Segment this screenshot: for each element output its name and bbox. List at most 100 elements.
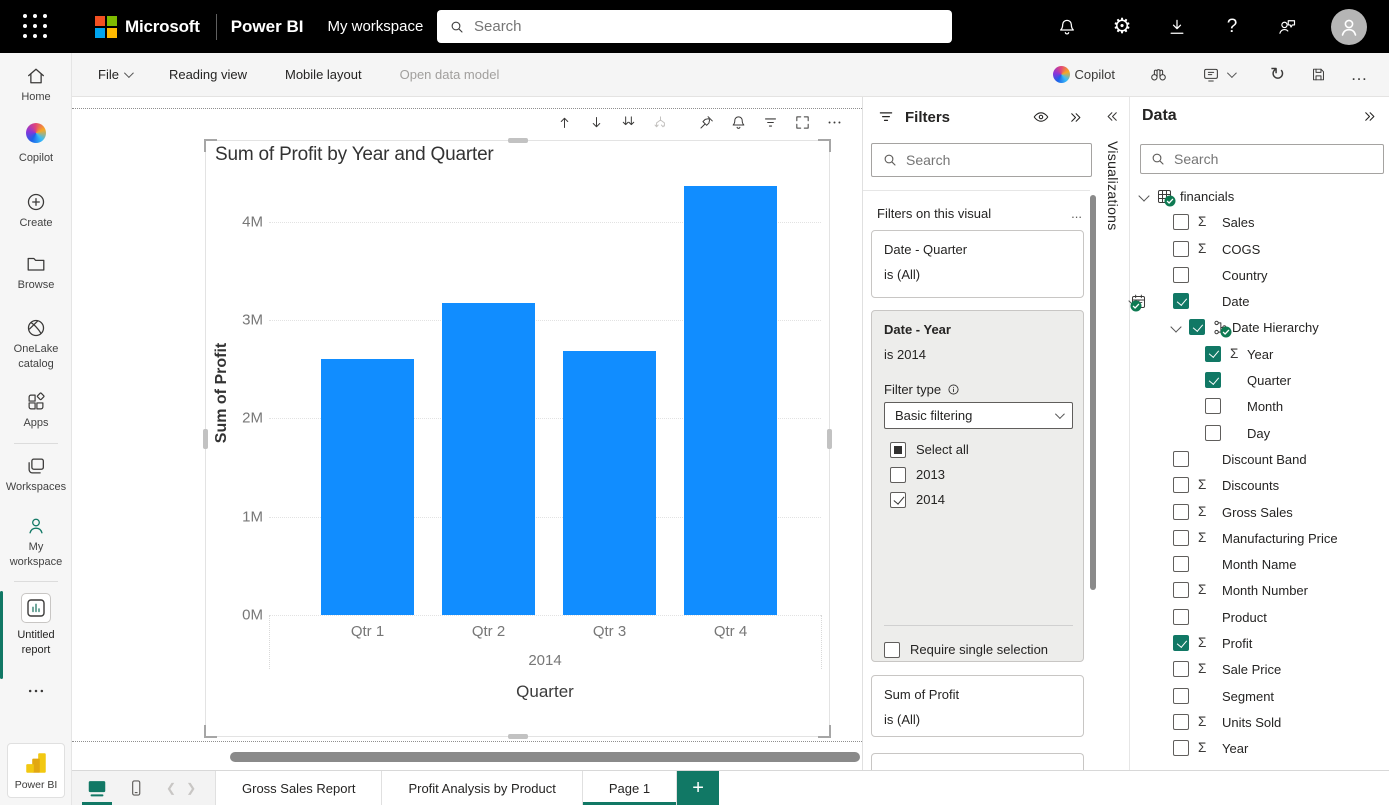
sidebar-item-copilot[interactable]: Copilot <box>0 123 72 166</box>
web-view-icon[interactable] <box>86 777 108 799</box>
field-checkbox[interactable] <box>1205 372 1221 388</box>
filter-type-dropdown[interactable]: Basic filtering <box>884 402 1073 429</box>
sidebar-item-browse[interactable]: Browse <box>0 253 72 293</box>
filter-card-date-year[interactable]: Date - Year is 2014 Filter type Basic fi… <box>871 310 1084 662</box>
bar-qtr3[interactable] <box>563 351 656 615</box>
field-checkbox[interactable] <box>1173 293 1189 309</box>
field-row-financials[interactable]: financials <box>1130 183 1389 209</box>
mobile-view-icon[interactable] <box>126 778 146 798</box>
page-tab-page-1[interactable]: Page 1 <box>582 771 677 805</box>
global-search-input[interactable] <box>474 18 904 35</box>
field-checkbox[interactable] <box>1173 530 1189 546</box>
field-row-year[interactable]: ΣYear <box>1130 341 1389 367</box>
file-menu[interactable]: File <box>86 60 143 90</box>
field-checkbox[interactable] <box>1173 740 1189 756</box>
field-row-units-sold[interactable]: ΣUnits Sold <box>1130 709 1389 735</box>
filter-icon[interactable] <box>761 113 780 132</box>
require-single-selection-option[interactable]: Require single selection <box>872 637 1048 662</box>
settings-icon[interactable]: ⚙ <box>1111 16 1133 38</box>
save-icon[interactable] <box>1309 65 1328 84</box>
field-checkbox[interactable] <box>1173 609 1189 625</box>
field-row-segment[interactable]: Segment <box>1130 683 1389 709</box>
field-row-discount-band[interactable]: Discount Band <box>1130 446 1389 472</box>
field-checkbox[interactable] <box>1173 688 1189 704</box>
sidebar-item-onelake[interactable]: OneLake catalog <box>0 317 72 372</box>
field-checkbox[interactable] <box>1173 214 1189 230</box>
checkbox[interactable] <box>890 467 906 483</box>
field-checkbox[interactable] <box>1173 241 1189 257</box>
field-checkbox[interactable] <box>1189 319 1205 335</box>
filter-option-select-all[interactable]: Select all <box>878 437 1078 462</box>
field-checkbox[interactable] <box>1173 451 1189 467</box>
report-canvas[interactable]: Sum of Profit by Year and Quarter Sum of… <box>72 97 862 770</box>
field-row-cogs[interactable]: ΣCOGS <box>1130 236 1389 262</box>
selection-handle[interactable] <box>508 734 528 739</box>
field-row-quarter[interactable]: Quarter <box>1130 367 1389 393</box>
copilot-button[interactable]: Copilot <box>1041 60 1127 90</box>
prev-page-icon[interactable]: ❮ <box>166 781 176 795</box>
field-row-date[interactable]: Date <box>1130 288 1389 314</box>
collapse-pane-icon[interactable] <box>1068 110 1083 125</box>
sidebar-item-untitled-report[interactable]: Untitled report <box>0 593 72 658</box>
alert-icon[interactable] <box>729 113 748 132</box>
focus-mode-icon[interactable] <box>793 113 812 132</box>
microsoft-logo[interactable]: Microsoft <box>95 16 200 38</box>
field-checkbox[interactable] <box>1173 556 1189 572</box>
field-row-profit[interactable]: ΣProfit <box>1130 630 1389 656</box>
present-button[interactable] <box>1190 60 1246 90</box>
app-launcher-icon[interactable] <box>23 14 49 40</box>
field-checkbox[interactable] <box>1173 714 1189 730</box>
field-checkbox[interactable] <box>1173 635 1189 651</box>
sidebar-item-workspaces[interactable]: Workspaces <box>0 455 72 495</box>
bar-qtr4[interactable] <box>684 186 777 615</box>
field-checkbox[interactable] <box>1173 477 1189 493</box>
field-row-month-number[interactable]: ΣMonth Number <box>1130 577 1389 603</box>
checkbox[interactable] <box>890 492 906 508</box>
field-row-product[interactable]: Product <box>1130 604 1389 630</box>
filters-scrollbar[interactable] <box>1090 195 1096 590</box>
selection-handle[interactable] <box>204 725 217 738</box>
expand-pane-icon[interactable] <box>1105 109 1120 124</box>
next-level-icon[interactable] <box>619 113 638 132</box>
page-tab-profit-analysis-by-product[interactable]: Profit Analysis by Product <box>381 771 581 805</box>
eye-icon[interactable] <box>1032 108 1050 126</box>
filter-card-date-quarter[interactable]: Date - Quarter is (All) <box>871 230 1084 298</box>
sidebar-item-home[interactable]: Home <box>0 65 72 105</box>
drill-down-icon[interactable] <box>587 113 606 132</box>
sidebar-item-more[interactable] <box>0 681 72 701</box>
filters-search[interactable] <box>871 143 1092 177</box>
pin-icon[interactable] <box>697 113 716 132</box>
filter-option-2013[interactable]: 2013 <box>878 462 1078 487</box>
mobile-layout-button[interactable]: Mobile layout <box>273 60 374 90</box>
reading-view-button[interactable]: Reading view <box>157 60 259 90</box>
field-row-sale-price[interactable]: ΣSale Price <box>1130 656 1389 682</box>
checkbox[interactable] <box>890 442 906 458</box>
field-checkbox[interactable] <box>1173 661 1189 677</box>
require-single-checkbox[interactable] <box>884 642 900 658</box>
sidebar-item-my-workspace[interactable]: My workspace <box>0 515 72 570</box>
field-checkbox[interactable] <box>1205 425 1221 441</box>
selection-handle[interactable] <box>204 139 217 152</box>
field-row-sales[interactable]: ΣSales <box>1130 209 1389 235</box>
page-tab-gross-sales-report[interactable]: Gross Sales Report <box>215 771 381 805</box>
field-row-manufacturing-price[interactable]: ΣManufacturing Price <box>1130 525 1389 551</box>
data-search-input[interactable] <box>1174 151 1359 167</box>
chevron-down-icon[interactable] <box>1170 322 1181 333</box>
field-row-country[interactable]: Country <box>1130 262 1389 288</box>
field-checkbox[interactable] <box>1205 346 1221 362</box>
collapse-pane-icon[interactable] <box>1362 109 1377 124</box>
notifications-icon[interactable] <box>1056 16 1078 38</box>
field-checkbox[interactable] <box>1173 582 1189 598</box>
filters-section-more[interactable]: ... <box>1071 206 1082 221</box>
selection-handle[interactable] <box>818 725 831 738</box>
field-row-month[interactable]: Month <box>1130 393 1389 419</box>
field-row-discounts[interactable]: ΣDiscounts <box>1130 472 1389 498</box>
selection-handle[interactable] <box>508 138 528 143</box>
filters-search-input[interactable] <box>906 152 1066 168</box>
sidebar-item-create[interactable]: Create <box>0 191 72 231</box>
refresh-icon[interactable]: ↻ <box>1268 65 1287 84</box>
field-checkbox[interactable] <box>1173 267 1189 283</box>
field-row-month-name[interactable]: Month Name <box>1130 551 1389 577</box>
feedback-icon[interactable] <box>1276 16 1298 38</box>
field-row-year[interactable]: ΣYear <box>1130 735 1389 761</box>
